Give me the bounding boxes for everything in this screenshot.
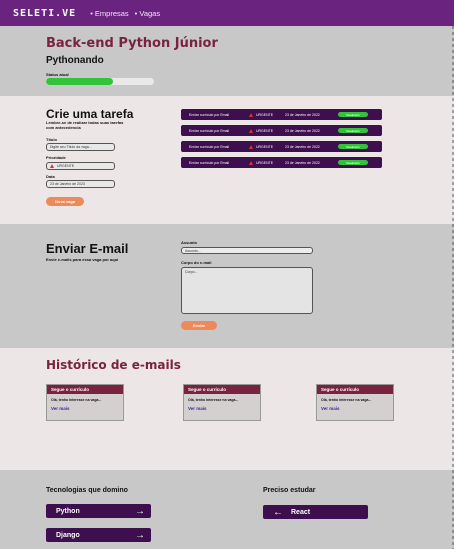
warning-icon [50,164,54,168]
task-text: Enviar currículo por Email [189,112,230,117]
date-input[interactable]: 23 de Janeiro de 2023 [46,180,115,188]
task-row[interactable]: Enviar currículo por Email URGENTE 23 de… [181,157,382,168]
task-priority: URGENTE [249,128,274,133]
task-section-title: Crie uma tarefa [46,107,134,121]
task-status-badge[interactable]: Realizado [338,112,368,117]
tech-item-react[interactable]: ← React [263,505,368,519]
warning-icon [249,128,253,133]
task-row[interactable]: Enviar currículo por Email URGENTE 23 de… [181,125,382,136]
new-task-button[interactable]: Nova vaga [46,197,84,206]
email-card: Segue o currículo Olá, tenho interesse n… [183,384,261,421]
technologies-section: Tecnologias que domino Python → Django →… [0,472,454,549]
tech-label: Django [56,531,80,539]
task-status-badge[interactable]: Realizado [338,160,368,165]
study-tech-title: Preciso estudar [263,487,316,494]
task-status-badge[interactable]: Realizado [338,144,368,149]
task-section-subtitle: Lembre-se de realizar todas suas tarefas… [46,120,124,130]
status-progress-fill [46,78,113,85]
task-title-label: Título [46,137,57,142]
task-title-input[interactable]: Digite seu Título da vaga... [46,143,115,151]
warning-icon [249,144,253,149]
task-list: Enviar currículo por Email URGENTE 23 de… [181,109,382,173]
task-priority: URGENTE [249,144,274,149]
email-card-subject: Segue o currículo [317,385,393,394]
warning-icon [249,160,253,165]
email-card-link[interactable]: Ver mais [184,402,260,411]
task-priority: URGENTE [249,112,274,117]
task-priority-label: URGENTE [256,160,274,165]
email-card-link[interactable]: Ver mais [47,402,123,411]
task-priority-label: URGENTE [256,128,274,133]
priority-select[interactable]: URGENTE [46,162,115,170]
priority-label: Prioridade [46,155,66,160]
nav-link-empresas[interactable]: • Empresas [90,9,128,18]
task-date: 23 de Janeiro de 2022 [285,144,320,149]
warning-icon [249,112,253,117]
subject-label: Assunto [181,240,197,245]
email-history-section: Histórico de e-mails Segue o currículo O… [0,348,454,470]
task-priority-label: URGENTE [256,112,274,117]
priority-value: URGENTE [57,164,75,168]
subject-input[interactable]: Assunto... [181,247,313,254]
brand-logo[interactable]: SELETI.VE [13,8,76,19]
task-row[interactable]: Enviar currículo por Email URGENTE 23 de… [181,141,382,152]
task-text: Enviar currículo por Email [189,144,230,149]
body-textarea[interactable]: Corpo... [181,267,313,314]
tech-label: React [291,508,311,516]
date-label: Data [46,174,55,179]
email-history-title: Histórico de e-mails [46,358,181,372]
arrow-left-icon: ← [273,506,283,518]
company-name: Pythonando [46,55,104,66]
task-date: 23 de Janeiro de 2022 [285,112,320,117]
body-label: Corpo do e-mail [181,260,212,265]
arrow-right-icon: → [135,529,145,541]
email-section-subtitle: Envie e-mails para essa vaga por aqui [46,257,119,262]
task-priority: URGENTE [249,160,274,165]
email-card-preview: Olá, tenho interesse na vaga... [51,398,102,402]
task-section: Crie uma tarefa Lembre-se de realizar to… [0,96,454,224]
status-progress-bar [46,78,154,85]
task-date: 23 de Janeiro de 2022 [285,160,320,165]
task-row[interactable]: Enviar currículo por Email URGENTE 23 de… [181,109,382,120]
tech-item-python[interactable]: Python → [46,504,151,518]
nav-links: • Empresas • Vagas [84,9,160,18]
job-header-section: Back-end Python Júnior Pythonando Status… [0,26,454,94]
known-tech-title: Tecnologias que domino [46,487,128,494]
navbar: SELETI.VE • Empresas • Vagas [0,0,454,26]
email-section: Enviar E-mail Envie e-mails para essa va… [0,226,454,346]
task-date: 23 de Janeiro de 2022 [285,128,320,133]
email-card: Segue o currículo Olá, tenho interesse n… [316,384,394,421]
email-card-link[interactable]: Ver mais [317,402,393,411]
email-card-preview: Olá, tenho interesse na vaga... [321,398,372,402]
job-title: Back-end Python Júnior [46,36,218,51]
task-status-badge[interactable]: Realizado [338,128,368,133]
task-priority-label: URGENTE [256,144,274,149]
send-email-button[interactable]: Enviar [181,321,217,330]
tech-label: Python [56,507,80,515]
arrow-right-icon: → [135,505,145,517]
email-card-preview: Olá, tenho interesse na vaga... [188,398,239,402]
email-card: Segue o currículo Olá, tenho interesse n… [46,384,124,421]
status-label: Status atual [46,72,69,77]
email-section-title: Enviar E-mail [46,241,129,256]
email-card-subject: Segue o currículo [47,385,123,394]
tech-item-django[interactable]: Django → [46,528,151,542]
nav-link-vagas[interactable]: • Vagas [135,9,160,18]
email-card-subject: Segue o currículo [184,385,260,394]
task-text: Enviar currículo por Email [189,128,230,133]
task-text: Enviar currículo por Email [189,160,230,165]
